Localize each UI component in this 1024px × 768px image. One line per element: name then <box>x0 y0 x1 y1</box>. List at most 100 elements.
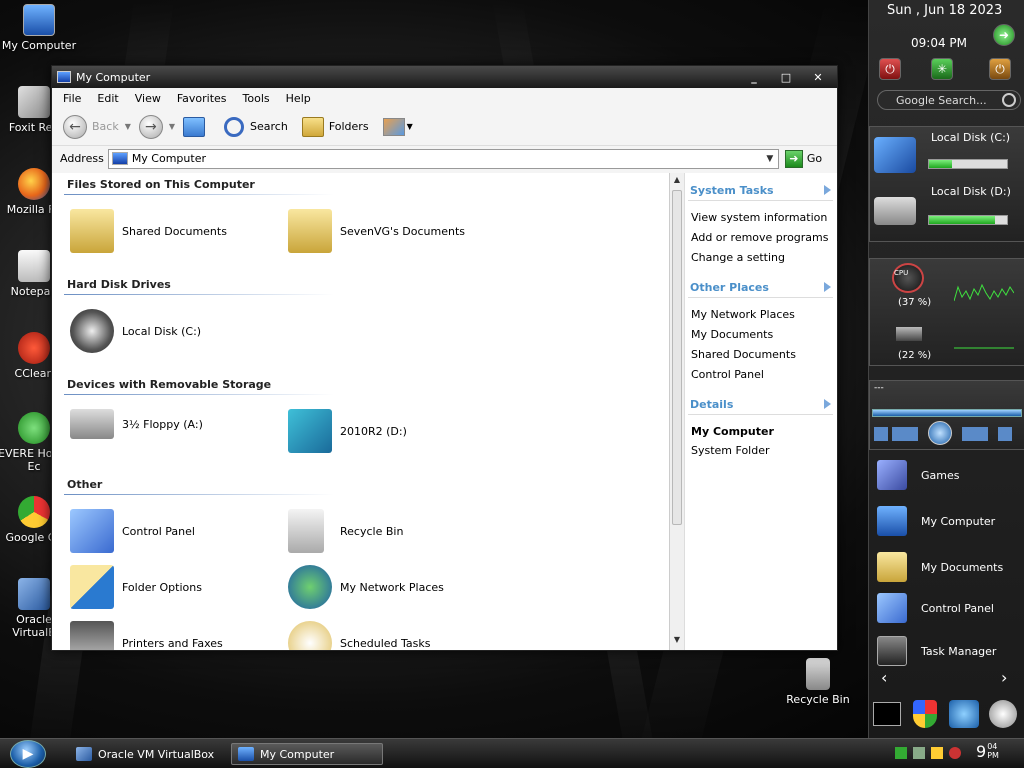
folder-icon <box>301 116 324 137</box>
item-label: Folder Options <box>122 580 202 594</box>
launcher-scroll-right-icon[interactable]: › <box>1001 668 1007 687</box>
speaker-icon[interactable] <box>989 700 1017 728</box>
chevron-down-icon[interactable]: ▼ <box>762 154 778 164</box>
power-off-icon[interactable]: ⏻ <box>879 58 901 80</box>
menu-file[interactable]: File <box>63 92 81 105</box>
details-header[interactable]: Details <box>690 398 733 411</box>
menu-help[interactable]: Help <box>286 92 311 105</box>
item-recycle-bin[interactable]: Recycle Bin <box>288 509 403 553</box>
item-local-disk-c[interactable]: Local Disk (C:) <box>70 309 201 353</box>
start-button[interactable]: ▶ <box>10 740 46 768</box>
item-shared-documents[interactable]: Shared Documents <box>70 209 227 253</box>
menu-tools[interactable]: Tools <box>243 92 270 105</box>
vertical-scrollbar[interactable]: ▲ ▼ <box>669 173 684 650</box>
item-label: Printers and Faxes <box>122 636 223 650</box>
ccleaner-icon <box>18 332 50 364</box>
item-my-network-places[interactable]: My Network Places <box>288 565 444 609</box>
link-add-remove-programs[interactable]: Add or remove programs <box>691 231 829 244</box>
media-stop-icon[interactable] <box>874 427 888 441</box>
link-control-panel[interactable]: Control Panel <box>691 368 764 381</box>
search-field[interactable]: Google Search... <box>877 90 1021 110</box>
scroll-up-arrow-icon[interactable]: ▲ <box>670 175 684 184</box>
scroll-down-arrow-icon[interactable]: ▼ <box>670 635 684 644</box>
title-bar[interactable]: My Computer _ □ ✕ <box>52 66 837 88</box>
launcher-control-panel[interactable]: Control Panel <box>877 593 994 623</box>
clock-hour: 9 <box>976 742 987 761</box>
minimize-button[interactable]: _ <box>741 70 767 85</box>
pane-divider <box>688 414 833 415</box>
tray-app-icon[interactable] <box>931 747 943 759</box>
item-printers-faxes[interactable]: Printers and Faxes <box>70 621 223 650</box>
restart-icon[interactable]: ✳ <box>931 58 953 80</box>
go-button[interactable]: ➜ Go <box>784 149 822 168</box>
media-progress-bar[interactable] <box>872 409 1022 417</box>
maximize-button[interactable]: □ <box>773 70 799 85</box>
link-my-documents[interactable]: My Documents <box>691 328 773 341</box>
desktop-icon-recycle-bin[interactable]: Recycle Bin <box>780 658 856 706</box>
task-virtualbox[interactable]: Oracle VM VirtualBox <box>70 743 222 765</box>
menu-favorites[interactable]: Favorites <box>177 92 227 105</box>
scrollbar-thumb[interactable] <box>672 190 682 525</box>
forward-arrow-icon[interactable]: → <box>138 114 163 139</box>
link-change-setting[interactable]: Change a setting <box>691 251 785 264</box>
hard-disk-icon <box>874 137 916 173</box>
expand-arrow-icon[interactable] <box>824 185 831 195</box>
expand-arrow-icon[interactable] <box>824 282 831 292</box>
up-folder-button[interactable] <box>183 116 210 137</box>
control-panel-icon <box>877 593 907 623</box>
command-prompt-icon[interactable] <box>873 702 901 726</box>
expand-arrow-icon[interactable] <box>824 399 831 409</box>
computer-icon <box>57 71 71 83</box>
cd-drive-icon <box>288 409 332 453</box>
go-arrow-icon[interactable]: ➜ <box>993 24 1015 46</box>
task-label: Oracle VM VirtualBox <box>98 747 215 761</box>
system-tasks-header[interactable]: System Tasks <box>690 184 774 197</box>
launcher-scroll-left-icon[interactable]: ‹ <box>881 668 887 687</box>
disk-usage-widget: Local Disk (C:) Local Disk (D:) <box>869 126 1024 242</box>
back-label[interactable]: Back <box>92 120 119 133</box>
chevron-down-icon[interactable]: ▼ <box>125 122 131 131</box>
tray-security-icon[interactable] <box>949 747 961 759</box>
launcher-my-computer[interactable]: My Computer <box>877 506 995 536</box>
item-sevenvg-documents[interactable]: SevenVG's Documents <box>288 209 465 253</box>
menu-edit[interactable]: Edit <box>97 92 118 105</box>
chevron-down-icon[interactable]: ▼ <box>169 122 175 131</box>
standby-icon[interactable]: ⏻ <box>989 58 1011 80</box>
media-prev-icon[interactable] <box>892 427 918 441</box>
pane-divider <box>688 297 833 298</box>
link-my-network-places[interactable]: My Network Places <box>691 308 795 321</box>
security-shield-icon[interactable] <box>913 700 937 728</box>
tray-app-icon[interactable] <box>913 747 925 759</box>
go-arrow-icon: ➜ <box>784 149 803 168</box>
link-shared-documents[interactable]: Shared Documents <box>691 348 796 361</box>
address-input[interactable]: My Computer ▼ <box>107 148 779 169</box>
item-2010r2-d[interactable]: 2010R2 (D:) <box>288 409 407 453</box>
other-places-header[interactable]: Other Places <box>690 281 769 294</box>
item-control-panel[interactable]: Control Panel <box>70 509 195 553</box>
back-arrow-icon[interactable]: ← <box>63 114 87 139</box>
media-eject-icon[interactable] <box>998 427 1012 441</box>
address-value: My Computer <box>131 152 206 165</box>
media-next-icon[interactable] <box>962 427 988 441</box>
link-view-system-info[interactable]: View system information <box>691 211 827 224</box>
launcher-my-documents[interactable]: My Documents <box>877 552 1003 582</box>
section-header: Devices with Removable Storage <box>67 378 272 391</box>
media-play-icon[interactable] <box>928 421 952 445</box>
tray-clock[interactable]: 9 04 PM <box>976 742 1007 761</box>
launcher-games[interactable]: Games <box>877 460 959 490</box>
item-floppy-a[interactable]: 3½ Floppy (A:) <box>70 409 203 439</box>
network-icon[interactable] <box>949 700 979 728</box>
desktop-icon-my-computer[interactable]: My Computer <box>1 4 77 52</box>
search-button[interactable]: Search <box>224 116 288 137</box>
folders-button[interactable]: Folders <box>301 116 369 137</box>
item-folder-options[interactable]: Folder Options <box>70 565 202 609</box>
section-header: Hard Disk Drives <box>67 278 171 291</box>
tray-network-icon[interactable] <box>895 747 907 759</box>
item-scheduled-tasks[interactable]: Scheduled Tasks <box>288 621 431 650</box>
close-button[interactable]: ✕ <box>805 70 831 85</box>
recycle-bin-icon <box>806 658 830 690</box>
menu-view[interactable]: View <box>135 92 161 105</box>
task-my-computer[interactable]: My Computer <box>231 743 383 765</box>
launcher-task-manager[interactable]: Task Manager <box>877 636 996 666</box>
views-button[interactable]: ▼ <box>382 117 413 136</box>
